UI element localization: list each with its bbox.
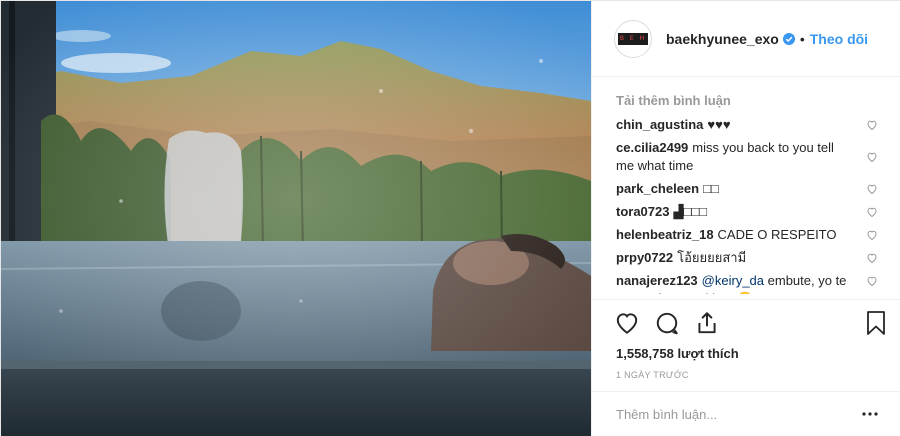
- add-comment-bar: [592, 391, 900, 436]
- comment-item: ce.cilia2499 miss you back to you tell me…: [616, 139, 878, 175]
- comment-username[interactable]: chin_agustina: [616, 117, 703, 132]
- comment-like-icon[interactable]: [866, 151, 878, 163]
- comment-username[interactable]: prpy0722: [616, 250, 673, 265]
- verified-badge-icon: [782, 32, 795, 45]
- post-timestamp[interactable]: 1 NGÀY TRƯỚC: [616, 370, 689, 380]
- comment-item: chin_agustina ♥♥♥: [616, 116, 878, 134]
- action-icons: [614, 310, 720, 336]
- instagram-post: B E H baekhyunee_exo • Theo dõi Tải thêm…: [0, 0, 900, 436]
- comment-username[interactable]: helenbeatriz_18: [616, 227, 714, 242]
- comment-like-icon[interactable]: [866, 183, 878, 195]
- post-header: B E H baekhyunee_exo • Theo dõi: [592, 1, 900, 77]
- avatar[interactable]: B E H: [614, 19, 652, 58]
- comment-item: helenbeatriz_18 CADE O RESPEITO: [616, 226, 878, 244]
- comment-item: prpy0722 โอ้ยยยยสามี: [616, 249, 878, 267]
- post-photo[interactable]: [1, 1, 591, 436]
- likes-count[interactable]: 1,558,758 lượt thích: [616, 346, 739, 361]
- comment-icon[interactable]: [654, 310, 680, 336]
- photo-illustration: [1, 1, 591, 436]
- comment-text: □□: [703, 181, 719, 196]
- comment-username[interactable]: park_cheleen: [616, 181, 699, 196]
- comment-like-icon[interactable]: [866, 275, 878, 287]
- comment-text: ♥♥♥: [707, 117, 731, 132]
- add-comment-input[interactable]: [616, 406, 860, 422]
- load-more-comments[interactable]: Tải thêm bình luận: [616, 93, 878, 108]
- comment-item: nanajerez123@keiry_da embute, yo te amo …: [616, 272, 878, 294]
- comment-mention[interactable]: @keiry_da: [702, 273, 764, 288]
- comments-list[interactable]: Tải thêm bình luận chin_agustina ♥♥♥ ce.c…: [592, 77, 900, 299]
- follow-button[interactable]: Theo dõi: [810, 31, 868, 47]
- comment-text: ▟□□□: [673, 204, 708, 219]
- avatar-logo: B E H: [618, 32, 648, 45]
- comment-like-icon[interactable]: [866, 229, 878, 241]
- author-username[interactable]: baekhyunee_exo: [666, 31, 779, 47]
- comment-item: tora0723 ▟□□□: [616, 203, 878, 221]
- comment-like-icon[interactable]: [866, 206, 878, 218]
- more-options-icon[interactable]: [860, 407, 880, 421]
- comment-item: park_cheleen □□: [616, 180, 878, 198]
- header-separator: •: [799, 30, 805, 47]
- comment-username[interactable]: tora0723: [616, 204, 669, 219]
- comment-like-icon[interactable]: [866, 252, 878, 264]
- bookmark-icon[interactable]: [864, 310, 888, 336]
- comment-username[interactable]: ce.cilia2499: [616, 140, 688, 155]
- comment-like-icon[interactable]: [866, 119, 878, 131]
- share-icon[interactable]: [694, 310, 720, 336]
- post-side-panel: B E H baekhyunee_exo • Theo dõi Tải thêm…: [591, 1, 900, 436]
- comment-text: โอ้ยยยยสามี: [677, 250, 747, 265]
- comment-username[interactable]: nanajerez123: [616, 273, 698, 288]
- heart-icon[interactable]: [614, 310, 640, 336]
- post-actions: 1,558,758 lượt thích 1 NGÀY TRƯỚC: [592, 299, 900, 399]
- comment-text: CADE O RESPEITO: [717, 227, 837, 242]
